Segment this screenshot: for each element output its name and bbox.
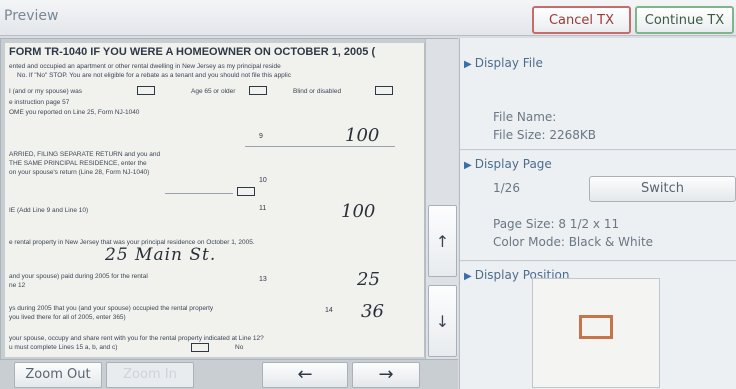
doc-line: Blind or disabled	[293, 88, 342, 95]
preview-toolbar: Zoom Out Zoom In ← →	[0, 360, 458, 389]
checkbox	[249, 86, 267, 95]
display-file-section: ▶ Display File File Name: File Size: 2268…	[460, 38, 736, 150]
doc-line: No	[235, 344, 244, 351]
display-page-section: ▶ Display Page 1/26 Switch Page Size: 8 1…	[460, 151, 736, 261]
checkbox	[137, 86, 155, 95]
title-bar: Preview Cancel TX Continue TX	[0, 0, 736, 36]
position-indicator[interactable]	[579, 315, 613, 339]
switch-button[interactable]: Switch	[589, 176, 736, 202]
color-mode-label: Color Mode: Black & White	[493, 235, 654, 249]
window-title: Preview	[4, 8, 59, 24]
display-position-section: ▶ Display Position	[460, 262, 736, 389]
doc-line: e instruction page 57	[9, 99, 70, 106]
display-file-heading: ▶ Display File	[464, 56, 543, 70]
line-number: 14	[325, 307, 333, 314]
line-number: 11	[259, 205, 267, 212]
next-page-arrow-icon[interactable]: →	[352, 362, 420, 388]
file-size-label: File Size: 2268KB	[493, 128, 597, 142]
page-thumbnail[interactable]	[532, 278, 660, 388]
doc-line: OME you reported on Line 25, Form NJ-104…	[9, 109, 140, 116]
underline	[245, 146, 395, 147]
doc-line: u must complete Lines 15 a, b, and c)	[9, 344, 118, 351]
doc-line: your spouse, occupy and share rent with …	[9, 335, 264, 342]
doc-line: ARRIED, FILING SEPARATE RETURN and you a…	[9, 151, 161, 158]
doc-line: you lived there for all of 2005, enter 3…	[9, 314, 126, 321]
line-number: 9	[259, 133, 263, 140]
doc-line: ented and occupied an apartment or other…	[9, 63, 281, 70]
checkbox	[191, 343, 209, 352]
doc-line: No. If "No" STOP. You are not eligible f…	[17, 72, 291, 79]
doc-line: THE SAME PRINCIPAL RESIDENCE, enter the	[9, 160, 147, 167]
doc-line: on your spouse's return (Line 28, Form N…	[9, 169, 150, 176]
handwritten-address: 25 Main St.	[105, 245, 217, 265]
doc-line: and your spouse) paid during 2005 for th…	[9, 273, 148, 280]
handwritten-line14: 36	[361, 301, 384, 322]
scroll-down-arrow-icon[interactable]: ↓	[428, 285, 457, 357]
doc-line: IE (Add Line 9 and Line 10)	[9, 207, 89, 214]
continue-tx-button[interactable]: Continue TX	[635, 6, 734, 34]
scroll-up-arrow-icon[interactable]: ↑	[428, 205, 457, 277]
display-file-heading-label: Display File	[474, 56, 543, 70]
checkbox	[375, 86, 393, 95]
display-page-heading: ▶ Display Page	[464, 157, 552, 171]
triangle-right-icon: ▶	[464, 271, 472, 282]
doc-line: ys during 2005 that you (and your spouse…	[9, 305, 214, 312]
zoom-in-button[interactable]: Zoom In	[106, 362, 194, 388]
triangle-right-icon: ▶	[464, 160, 472, 171]
arrow-line	[165, 193, 233, 194]
scroll-column: ↑ ↓	[425, 39, 458, 359]
checkbox	[237, 187, 255, 196]
line-number: 13	[259, 276, 267, 283]
doc-line: ne 12	[9, 282, 26, 289]
info-panel: ▶ Display File File Name: File Size: 2268…	[459, 38, 736, 389]
handwritten-line9: 100	[345, 125, 380, 146]
doc-line: Age 65 or older	[191, 88, 236, 95]
page-size-label: Page Size: 8 1/2 x 11	[493, 217, 620, 231]
triangle-right-icon: ▶	[464, 59, 472, 70]
handwritten-line13: 25	[357, 269, 380, 290]
handwritten-line11: 100	[341, 201, 376, 222]
line-number: 10	[259, 177, 267, 184]
previous-page-arrow-icon[interactable]: ←	[262, 362, 348, 388]
cancel-tx-button[interactable]: Cancel TX	[532, 6, 631, 34]
page-counter: 1/26	[493, 181, 520, 195]
document-preview-frame: FORM TR-1040 IF YOU WERE A HOMEOWNER ON …	[0, 38, 458, 360]
document-page[interactable]: FORM TR-1040 IF YOU WERE A HOMEOWNER ON …	[5, 43, 425, 357]
document-title: FORM TR-1040 IF YOU WERE A HOMEOWNER ON …	[9, 46, 376, 58]
doc-line: I (and or my spouse) was	[9, 88, 82, 95]
file-name-label: File Name:	[493, 110, 557, 124]
display-page-heading-label: Display Page	[474, 157, 552, 171]
zoom-out-button[interactable]: Zoom Out	[14, 362, 102, 388]
